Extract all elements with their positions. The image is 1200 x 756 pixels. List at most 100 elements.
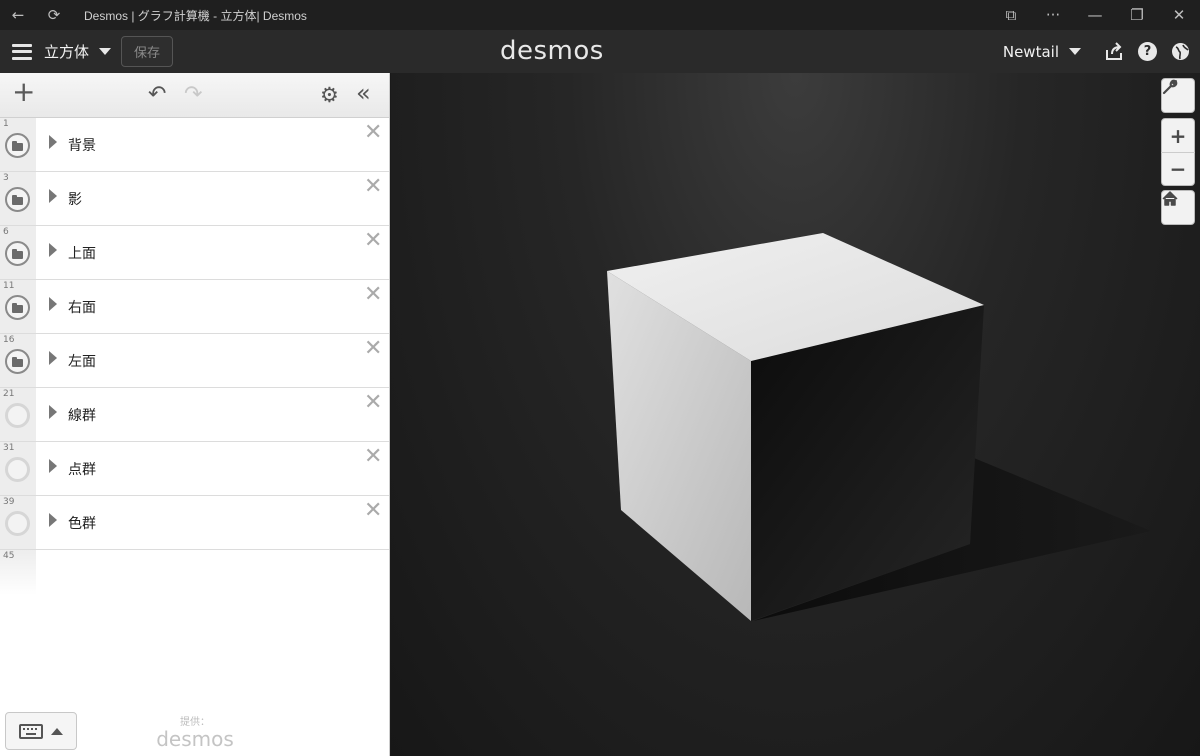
restore-icon: ❐ xyxy=(1130,6,1144,24)
visibility-toggle-icon[interactable] xyxy=(5,511,30,536)
folder-icon xyxy=(12,356,23,367)
row-index: 39 xyxy=(3,497,15,507)
row-index: 45 xyxy=(3,551,15,561)
chevron-down-icon xyxy=(1069,48,1081,55)
row-index: 6 xyxy=(3,227,9,237)
expression-list: 1 背景 ✕ 3 影 ✕ 6 上面 ✕ 11 右面 ✕ 16 左面 ✕ 21 線群 ✕ 31 点群 ✕ 39 色群 ✕ 45 xyxy=(0,118,389,595)
expression-row[interactable]: 31 点群 ✕ xyxy=(0,442,389,496)
expand-triangle-icon[interactable] xyxy=(49,243,57,257)
expand-triangle-icon[interactable] xyxy=(49,189,57,203)
folder-label[interactable]: 影 xyxy=(68,189,82,209)
chevron-up-icon xyxy=(51,727,63,735)
folder-label[interactable]: 点群 xyxy=(68,459,96,479)
graph-title-dropdown[interactable]: 立方体 xyxy=(44,41,112,62)
chevron-down-icon xyxy=(99,48,112,55)
folder-icon xyxy=(12,302,23,313)
delete-icon[interactable]: ✕ xyxy=(364,230,382,252)
delete-icon[interactable]: ✕ xyxy=(364,500,382,522)
desmos-logo: desmos xyxy=(500,36,604,66)
folder-label[interactable]: 上面 xyxy=(68,243,96,263)
folder-label[interactable]: 背景 xyxy=(68,135,96,155)
graph-settings-control xyxy=(1161,78,1195,113)
home-control xyxy=(1161,190,1195,225)
powered-by-text: 提供： xyxy=(180,717,210,728)
folder-toggle-icon[interactable] xyxy=(5,349,30,374)
minimize-icon: — xyxy=(1087,6,1103,24)
undo-button[interactable]: ↶ xyxy=(148,83,166,107)
cast-button[interactable]: ⧉ xyxy=(990,0,1032,30)
delete-icon[interactable]: ✕ xyxy=(364,392,382,414)
minimize-button[interactable]: — xyxy=(1074,0,1116,30)
save-button[interactable]: 保存 xyxy=(121,36,174,67)
delete-icon[interactable]: ✕ xyxy=(364,338,382,360)
more-button[interactable]: ··· xyxy=(1032,0,1074,30)
expand-triangle-icon[interactable] xyxy=(49,405,57,419)
expression-row[interactable]: 16 左面 ✕ xyxy=(0,334,389,388)
share-icon[interactable] xyxy=(1105,42,1124,61)
restore-button[interactable]: ❐ xyxy=(1116,0,1158,30)
graph-title: 立方体 xyxy=(44,43,90,61)
menu-icon[interactable] xyxy=(12,43,32,60)
folder-toggle-icon[interactable] xyxy=(5,295,30,320)
delete-icon[interactable]: ✕ xyxy=(364,284,382,306)
zoom-out-button[interactable]: − xyxy=(1161,152,1195,185)
more-icon: ··· xyxy=(1045,6,1061,24)
wrench-icon[interactable] xyxy=(1161,79,1195,112)
user-name: Newtail xyxy=(1002,42,1059,61)
powered-by-logo: desmos xyxy=(156,727,234,751)
folder-label[interactable]: 右面 xyxy=(68,297,96,317)
refresh-icon: ⟳ xyxy=(47,6,61,24)
folder-label[interactable]: 左面 xyxy=(68,351,96,371)
redo-button[interactable]: ↷ xyxy=(184,83,202,107)
expand-triangle-icon[interactable] xyxy=(49,513,57,527)
window-title: Desmos | グラフ計算機 - 立方体| Desmos xyxy=(84,8,307,23)
expand-triangle-icon[interactable] xyxy=(49,459,57,473)
window-titlebar: ← ⟳ Desmos | グラフ計算機 - 立方体| Desmos ⧉ ··· … xyxy=(0,0,1200,30)
expression-row[interactable]: 6 上面 ✕ xyxy=(0,226,389,280)
expand-triangle-icon[interactable] xyxy=(49,297,57,311)
delete-icon[interactable]: ✕ xyxy=(364,176,382,198)
globe-icon[interactable] xyxy=(1171,42,1190,61)
graph-canvas[interactable]: + − xyxy=(391,73,1200,756)
expand-triangle-icon[interactable] xyxy=(49,135,57,149)
keyboard-toggle-button[interactable] xyxy=(5,712,77,750)
folder-label[interactable]: 色群 xyxy=(68,513,96,533)
new-expression-row[interactable]: 45 xyxy=(0,550,389,595)
folder-label[interactable]: 線群 xyxy=(68,405,96,425)
row-index: 1 xyxy=(3,119,9,129)
folder-toggle-icon[interactable] xyxy=(5,133,30,158)
visibility-toggle-icon[interactable] xyxy=(5,403,30,428)
folder-toggle-icon[interactable] xyxy=(5,187,30,212)
zoom-controls: + − xyxy=(1161,118,1195,186)
cast-icon: ⧉ xyxy=(1005,6,1017,24)
cube-render xyxy=(607,233,1151,621)
row-index: 3 xyxy=(3,173,9,183)
expression-row[interactable]: 39 色群 ✕ xyxy=(0,496,389,550)
back-button[interactable]: ← xyxy=(0,0,36,30)
visibility-toggle-icon[interactable] xyxy=(5,457,30,482)
refresh-button[interactable]: ⟳ xyxy=(36,0,72,30)
expression-row[interactable]: 21 線群 ✕ xyxy=(0,388,389,442)
delete-icon[interactable]: ✕ xyxy=(364,446,382,468)
row-index: 16 xyxy=(3,335,15,345)
folder-icon xyxy=(12,194,23,205)
app-header: 立方体 保存 desmos Newtail ? xyxy=(0,30,1200,73)
expression-row[interactable]: 11 右面 ✕ xyxy=(0,280,389,334)
help-icon[interactable]: ? xyxy=(1138,42,1157,61)
home-icon[interactable] xyxy=(1161,191,1195,224)
folder-icon xyxy=(12,248,23,259)
folder-toggle-icon[interactable] xyxy=(5,241,30,266)
settings-gear-icon[interactable]: ⚙ xyxy=(320,83,339,107)
powered-by: 提供： desmos xyxy=(150,713,240,750)
row-index: 11 xyxy=(3,281,15,291)
close-icon: ✕ xyxy=(1172,6,1186,24)
expand-triangle-icon[interactable] xyxy=(49,351,57,365)
add-item-button[interactable]: + xyxy=(12,78,35,106)
expression-row[interactable]: 1 背景 ✕ xyxy=(0,118,389,172)
user-menu[interactable]: Newtail xyxy=(1003,43,1081,61)
expression-row[interactable]: 3 影 ✕ xyxy=(0,172,389,226)
close-window-button[interactable]: ✕ xyxy=(1158,0,1200,30)
zoom-in-button[interactable]: + xyxy=(1161,119,1195,152)
delete-icon[interactable]: ✕ xyxy=(364,122,382,144)
collapse-panel-button[interactable]: « xyxy=(356,81,371,105)
